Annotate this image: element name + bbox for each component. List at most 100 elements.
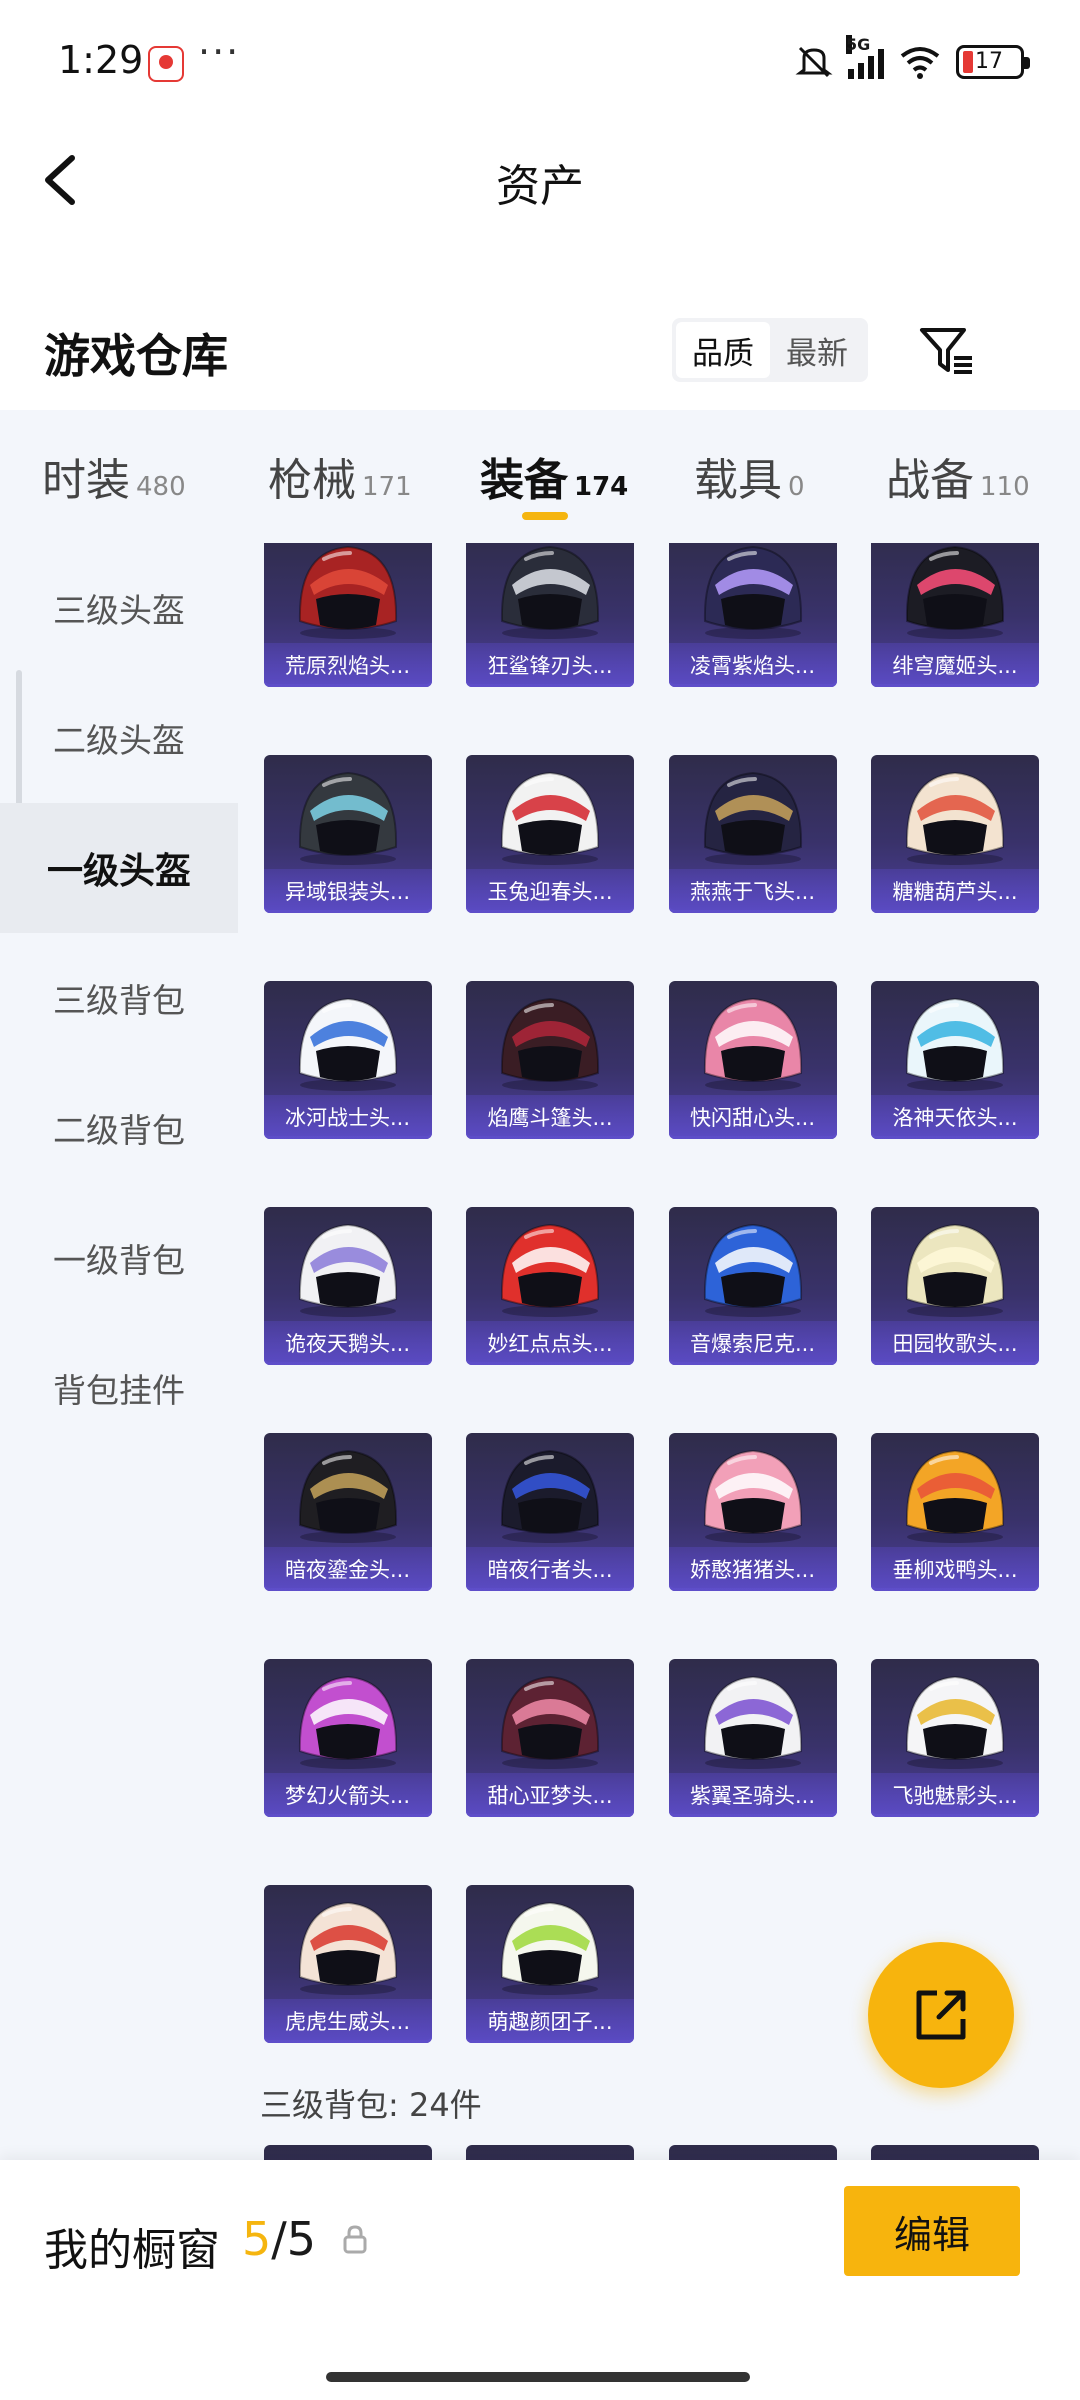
helmet-icon — [500, 1675, 600, 1769]
item-card[interactable]: 梦幻火箭头... — [263, 1659, 432, 1817]
item-card[interactable] — [871, 2145, 1039, 2160]
item-name: 田园牧歌头... — [871, 1321, 1039, 1365]
item-name: 绯穹魔姬头... — [871, 643, 1039, 687]
helmet-icon — [905, 1223, 1005, 1317]
helmet-icon — [703, 1223, 802, 1317]
home-indicator[interactable] — [326, 2372, 750, 2382]
item-card[interactable]: 燕燕于飞头... — [668, 755, 837, 913]
item-name: 飞驰魅影头... — [871, 1773, 1039, 1817]
item-card[interactable]: 快闪甜心头... — [668, 981, 837, 1139]
tab-vehicles[interactable]: 载具 0 — [694, 444, 805, 508]
filter-icon[interactable] — [916, 320, 976, 380]
share-button[interactable] — [868, 1942, 1014, 2088]
item-card[interactable] — [466, 2145, 634, 2160]
item-card[interactable] — [668, 2145, 837, 2160]
sort-option-quality[interactable]: 品质 — [676, 322, 770, 378]
sidebar-item-level2-backpack[interactable]: 二级背包 — [0, 1063, 238, 1193]
item-card[interactable]: 凌霄紫焰头... — [668, 543, 837, 687]
item-card[interactable]: 飞驰魅影头... — [871, 1659, 1039, 1817]
helmet-icon — [500, 997, 600, 1091]
item-name: 凌霄紫焰头... — [668, 643, 837, 687]
item-name: 糖糖葫芦头... — [871, 869, 1039, 913]
warehouse-title: 游戏仓库 — [44, 329, 228, 383]
helmet-icon — [298, 1675, 397, 1769]
item-name: 萌趣颜团子... — [466, 1999, 634, 2043]
sidebar-item-level3-helmet[interactable]: 三级头盔 — [0, 543, 238, 673]
cellular-signal-icon: 5G — [846, 35, 884, 79]
helmet-icon — [298, 771, 397, 865]
helmet-icon — [905, 997, 1005, 1091]
item-name: 紫翼圣骑头... — [668, 1773, 837, 1817]
item-card[interactable]: 焰鹰斗篷头... — [466, 981, 634, 1139]
helmet-icon — [703, 545, 802, 639]
item-card[interactable]: 糖糖葫芦头... — [871, 755, 1039, 913]
showcase-total: 5 — [286, 2212, 317, 2266]
item-card[interactable]: 洛神天依头... — [871, 981, 1039, 1139]
item-card[interactable] — [263, 2145, 432, 2160]
item-card[interactable]: 荒原烈焰头... — [263, 543, 432, 687]
helmet-icon — [500, 1901, 600, 1995]
showcase-separator: / — [271, 2212, 287, 2266]
tab-fashion[interactable]: 时装 480 — [42, 444, 186, 508]
item-card[interactable]: 娇憨猪猪头... — [668, 1433, 837, 1591]
warehouse-header: 游戏仓库 品质 最新 — [0, 290, 1080, 410]
sidebar-item-level1-backpack[interactable]: 一级背包 — [0, 1193, 238, 1323]
item-card[interactable]: 绯穹魔姬头... — [871, 543, 1039, 687]
item-card[interactable]: 玉兔迎春头... — [466, 755, 634, 913]
tab-equipment[interactable]: 装备 174 — [480, 444, 628, 508]
item-card[interactable]: 暗夜行者头... — [466, 1433, 634, 1591]
battery-level: 17 — [975, 49, 1003, 74]
item-name: 荒原烈焰头... — [263, 643, 432, 687]
share-out-icon — [916, 1990, 966, 2040]
helmet-icon — [298, 1223, 397, 1317]
item-card[interactable]: 暗夜鎏金头... — [263, 1433, 432, 1591]
helmet-icon — [905, 771, 1005, 865]
item-name: 诡夜天鹅头... — [263, 1321, 432, 1365]
tab-weapons[interactable]: 枪械 171 — [268, 444, 412, 508]
mute-icon — [795, 46, 833, 78]
sidebar-item-level3-backpack[interactable]: 三级背包 — [0, 933, 238, 1063]
tab-count: 480 — [136, 472, 186, 502]
item-card[interactable]: 垂柳戏鸭头... — [871, 1433, 1039, 1591]
sidebar-item-level1-helmet[interactable]: 一级头盔 — [0, 803, 238, 933]
item-card[interactable]: 冰河战士头... — [263, 981, 432, 1139]
tab-label: 装备 — [480, 455, 568, 506]
tab-label: 枪械 — [268, 455, 356, 506]
item-card[interactable]: 妙红点点头... — [466, 1207, 634, 1365]
helmet-icon — [500, 771, 600, 865]
nav-header: 资产 — [0, 120, 1080, 240]
network-type-label: 5G — [846, 35, 871, 54]
item-card[interactable]: 甜心亚梦头... — [466, 1659, 634, 1817]
helmet-icon — [298, 1901, 397, 1995]
item-card[interactable]: 田园牧歌头... — [871, 1207, 1039, 1365]
showcase-label: 我的橱窗 — [44, 2225, 220, 2276]
showcase-count: 5/5 — [242, 2212, 316, 2266]
item-card[interactable]: 狂鲨锋刃头... — [466, 543, 634, 687]
helmet-icon — [500, 545, 600, 639]
sort-option-newest[interactable]: 最新 — [770, 322, 864, 378]
sidebar-item-backpack-charm[interactable]: 背包挂件 — [0, 1323, 238, 1453]
tab-count: 0 — [788, 472, 805, 502]
helmet-icon — [703, 771, 802, 865]
helmet-icon — [298, 997, 397, 1091]
item-card[interactable]: 虎虎生威头... — [263, 1885, 432, 2043]
page-title: 资产 — [496, 161, 584, 212]
helmet-icon — [500, 1223, 600, 1317]
edit-button[interactable]: 编辑 — [844, 2186, 1020, 2276]
wifi-icon — [900, 47, 940, 79]
sidebar-item-level2-helmet[interactable]: 二级头盔 — [0, 673, 238, 803]
tab-battle-gear[interactable]: 战备 110 — [886, 444, 1030, 508]
sort-toggle: 品质 最新 — [672, 318, 868, 382]
item-card[interactable]: 异域银装头... — [263, 755, 432, 913]
item-card[interactable]: 音爆索尼克... — [668, 1207, 837, 1365]
item-name: 焰鹰斗篷头... — [466, 1095, 634, 1139]
item-name: 冰河战士头... — [263, 1095, 432, 1139]
item-card[interactable]: 萌趣颜团子... — [466, 1885, 634, 2043]
helmet-icon — [905, 1449, 1005, 1543]
helmet-icon — [298, 545, 397, 639]
tab-count: 174 — [574, 472, 629, 502]
item-card[interactable]: 诡夜天鹅头... — [263, 1207, 432, 1365]
battery-icon: 17 — [956, 45, 1030, 79]
item-card[interactable]: 紫翼圣骑头... — [668, 1659, 837, 1817]
helmet-icon — [905, 1675, 1005, 1769]
